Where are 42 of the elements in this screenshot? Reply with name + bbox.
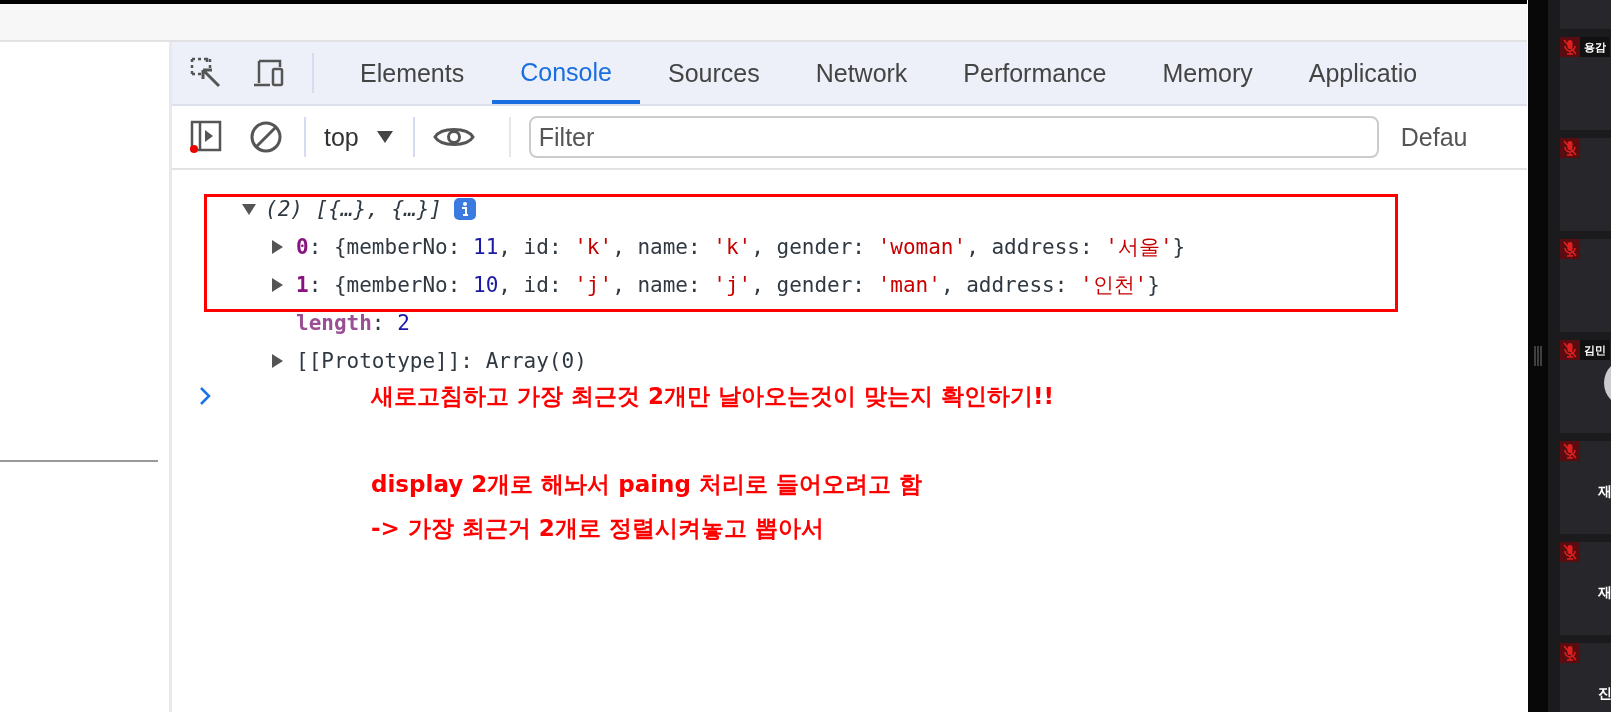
devtools-tab[interactable]: Sources <box>639 42 788 104</box>
clear-console-icon[interactable] <box>250 121 282 153</box>
video-tile[interactable]: 진 <box>1560 643 1611 712</box>
sidebar-toggle-icon[interactable] <box>190 120 224 154</box>
participant-name: 재 <box>1597 584 1611 602</box>
property-text: 0: {memberNo: 11, id: 'k', name: 'k', gender: 'woman', address: '서울'} <box>296 234 1186 261</box>
property-text: [[Prototype]]: Array(0) <box>296 349 587 373</box>
log-levels-dropdown[interactable]: Defau <box>1400 122 1468 152</box>
video-tile[interactable]: 재 <box>1560 542 1611 635</box>
array-summary: (2) [{…}, {…}] <box>265 197 442 221</box>
expand-triangle-icon[interactable] <box>272 240 283 254</box>
expand-triangle-icon[interactable] <box>272 278 283 292</box>
resize-handle-icon[interactable] <box>1533 346 1543 366</box>
annotation-text: -> 가장 최근거 2개로 정렬시켜놓고 뽑아서 <box>371 514 825 543</box>
info-icon[interactable] <box>454 198 476 220</box>
participant-name: 진 <box>1597 685 1611 703</box>
devtools-tab[interactable]: Network <box>787 42 936 104</box>
collapse-triangle-icon[interactable] <box>242 203 256 215</box>
participant-name: 용감 <box>1580 37 1610 57</box>
inspect-element-icon[interactable] <box>190 57 222 89</box>
video-tile[interactable] <box>1560 239 1611 332</box>
participant-name: 재 <box>1597 483 1611 501</box>
context-dropdown[interactable]: top <box>324 122 393 152</box>
video-tile[interactable] <box>1560 138 1611 231</box>
video-tile[interactable]: 용감 <box>1560 37 1611 130</box>
devtools-tab[interactable]: Memory <box>1134 42 1281 104</box>
prompt-chevron-icon[interactable] <box>199 386 212 406</box>
annotation-text: display 2개로 해놔서 paing 처리로 들어오려고 함 <box>371 470 923 499</box>
filter-field[interactable]: Filter <box>528 116 1379 158</box>
participant-name: 김민 <box>1580 340 1610 360</box>
devtools-tab[interactable]: Console <box>492 42 640 104</box>
devtools-tab[interactable]: Applicatio <box>1280 42 1446 104</box>
annotation-text: 새로고침하고 가장 최근것 2개만 날아오는것이 맞는지 확인하기!! <box>371 382 1055 411</box>
device-toolbar-icon[interactable] <box>252 58 286 88</box>
video-tile[interactable]: 김민 <box>1560 340 1611 433</box>
devtools-tab[interactable]: Elements <box>332 42 493 104</box>
devtools-tab[interactable]: Performance <box>935 42 1135 104</box>
video-tile[interactable]: 재 <box>1560 441 1611 534</box>
dropdown-caret-icon <box>376 131 393 143</box>
property-text: 1: {memberNo: 10, id: 'j', name: 'j', gender: 'man', address: '인천'} <box>296 272 1160 299</box>
expand-triangle-icon[interactable] <box>272 354 283 368</box>
property-text: length: 2 <box>296 311 410 335</box>
